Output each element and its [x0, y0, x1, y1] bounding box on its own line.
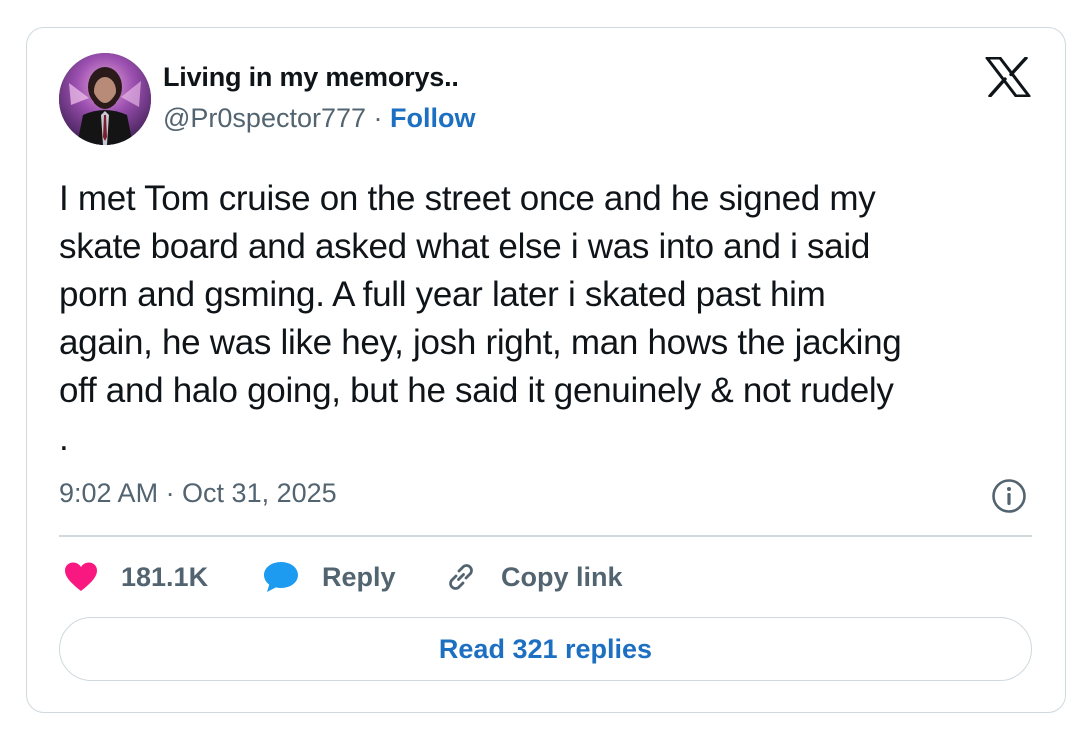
- like-button[interactable]: 181.1K: [63, 556, 208, 598]
- handle-separator: ·: [366, 103, 391, 133]
- reply-button[interactable]: Reply: [262, 556, 396, 598]
- avatar[interactable]: [59, 53, 151, 145]
- copy-link-button[interactable]: Copy link: [443, 556, 623, 598]
- reply-label: Reply: [322, 561, 396, 592]
- info-icon[interactable]: [991, 478, 1027, 514]
- copy-link-label: Copy link: [501, 561, 623, 592]
- read-replies-button[interactable]: Read 321 replies: [59, 617, 1032, 681]
- tweet-text: I met Tom cruise on the street once and …: [59, 179, 902, 458]
- link-icon: [443, 559, 479, 595]
- author-handle[interactable]: @Pr0spector777: [163, 103, 366, 133]
- author-handle-row: @Pr0spector777 · Follow: [163, 103, 476, 134]
- tweet-timestamp[interactable]: 9:02 AM · Oct 31, 2025: [59, 478, 337, 509]
- author-display-name[interactable]: Living in my memorys..: [163, 62, 459, 93]
- heart-icon: [63, 561, 99, 593]
- divider: [59, 535, 1032, 537]
- speech-bubble-icon: [262, 560, 300, 594]
- avatar-image: [59, 53, 151, 145]
- x-logo-icon[interactable]: [985, 56, 1031, 98]
- like-count: 181.1K: [121, 561, 209, 592]
- follow-button[interactable]: Follow: [390, 103, 475, 133]
- read-replies-label: Read 321 replies: [438, 633, 653, 664]
